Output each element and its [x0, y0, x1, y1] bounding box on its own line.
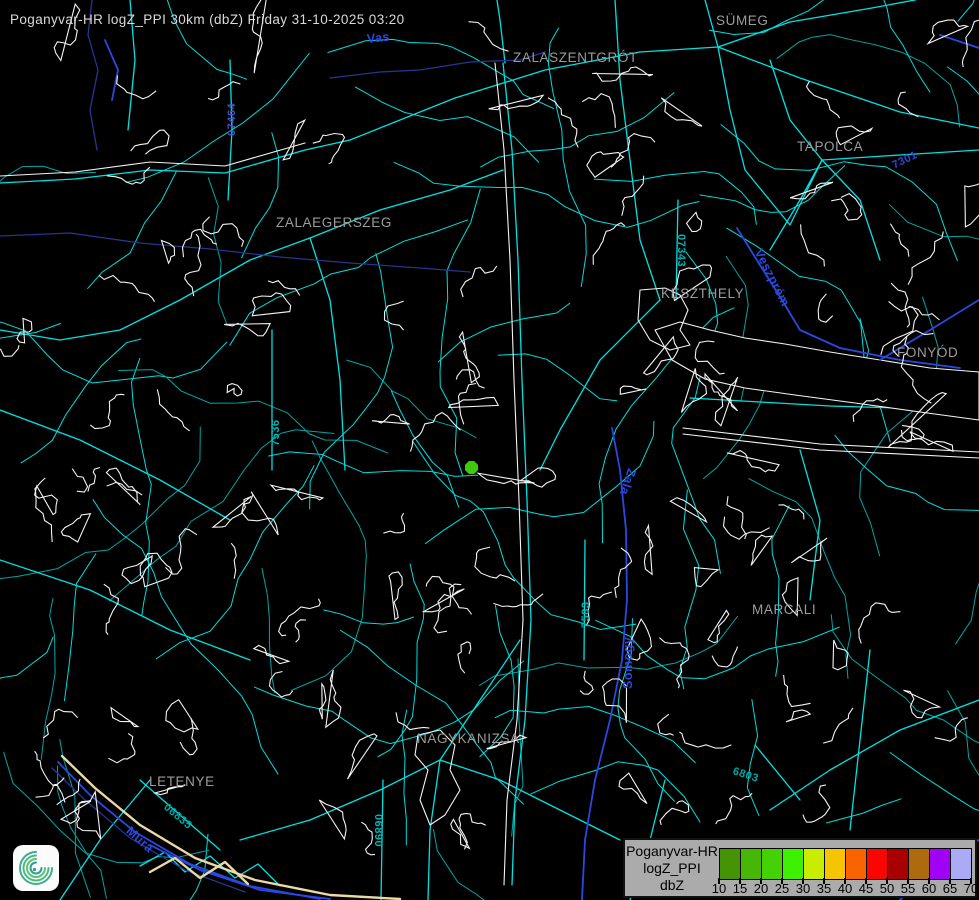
major-roads-rivers	[0, 0, 979, 900]
legend-color-cell	[761, 848, 782, 880]
legend-color-cell	[782, 848, 803, 880]
legend-title-line1: Poganyvar-HR	[626, 843, 718, 860]
legend-color-cell	[824, 848, 845, 880]
radar-map-stage: Poganyvar-HR logZ_PPI 30km (dbZ) Friday …	[0, 0, 979, 900]
legend-color-cell	[929, 848, 950, 880]
city-label: KESZTHELY	[661, 286, 744, 301]
legend-color-cell	[740, 848, 761, 880]
legend-color-cell	[866, 848, 887, 880]
legend-color-cell	[908, 848, 929, 880]
dbz-legend: Poganyvar-HR logZ_PPI dbZ 10152025303540…	[623, 838, 977, 898]
region-name-label: Vas	[366, 30, 390, 46]
region-name-label: Somogy	[621, 637, 635, 689]
city-label: ZALAEGERSZEG	[276, 215, 392, 230]
legend-color-cell	[719, 848, 740, 880]
city-label: LETENYE	[149, 774, 215, 789]
city-label: TAPOLCA	[797, 139, 863, 154]
legend-color-scale	[719, 848, 972, 878]
legend-title-line3: dbZ	[660, 877, 684, 894]
met-service-logo	[13, 845, 59, 891]
legend-color-cell	[950, 848, 972, 880]
radar-product-title: Poganyvar-HR logZ_PPI 30km (dbZ) Friday …	[10, 12, 405, 27]
radar-echo	[465, 461, 478, 474]
city-label: MARCALI	[752, 602, 816, 617]
legend-color-cell	[803, 848, 824, 880]
legend-color-cell	[845, 848, 866, 880]
legend-color-cell	[887, 848, 908, 880]
legend-title-line2: logZ_PPI	[643, 860, 701, 877]
road-number-label: 07343	[675, 234, 687, 267]
radar-basemap	[0, 0, 979, 900]
city-label: ZALASZENTGRÓT	[513, 50, 638, 65]
settlement-outlines	[0, 0, 979, 855]
legend-tick-label: 70	[959, 881, 979, 896]
city-label: FONYÓD	[897, 345, 958, 360]
road-number-label: 07464	[226, 103, 238, 136]
legend-title: Poganyvar-HR logZ_PPI dbZ	[625, 840, 719, 896]
road-number-label: 7583	[580, 602, 592, 628]
road-number-label: 7536	[270, 420, 282, 446]
stream-network	[0, 0, 979, 900]
city-label: NAGYKANIZSA	[417, 731, 520, 746]
road-number-label: 06890	[372, 814, 384, 847]
city-label: SÜMEG	[716, 13, 769, 28]
